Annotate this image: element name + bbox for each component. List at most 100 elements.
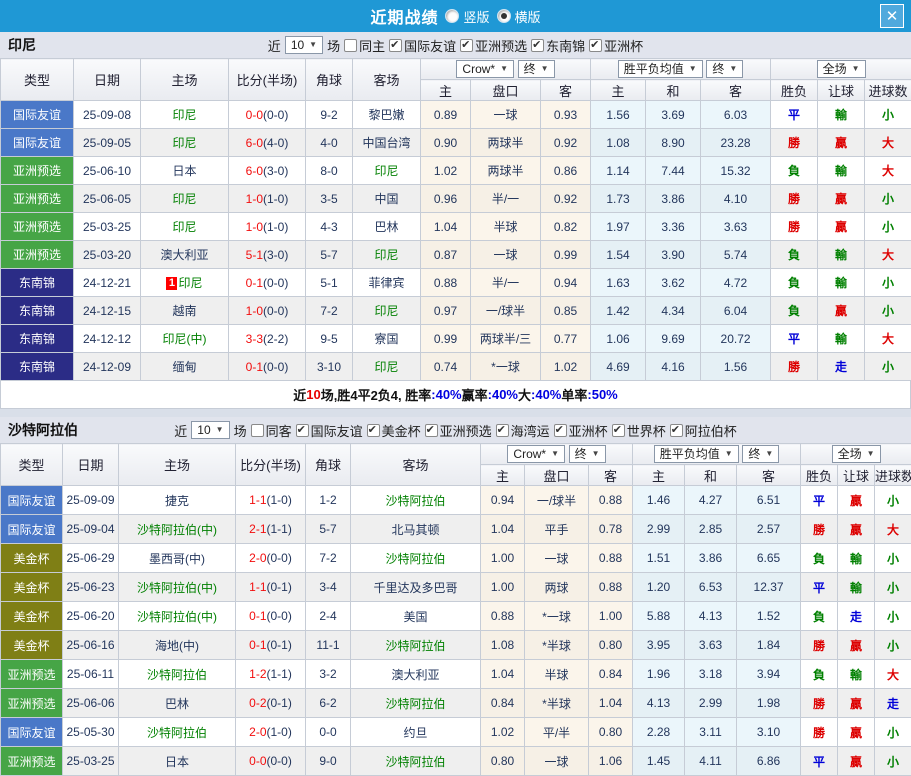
layout-vertical-radio[interactable]: 竖版 (445, 7, 489, 26)
match-date: 25-06-05 (74, 185, 141, 213)
home-team-name: 墨西哥(中) (149, 552, 205, 566)
league-badge: 国际友谊 (1, 718, 63, 747)
checkbox-checked-icon[interactable] (670, 424, 683, 437)
final-odds-select[interactable]: 终▼ (569, 445, 606, 463)
checkbox-icon[interactable] (251, 424, 264, 437)
league-filter-checkbox[interactable]: 亚洲杯 (554, 421, 608, 440)
league-filter-checkbox[interactable]: 东南锦 (531, 36, 585, 55)
fulltime-score: 6-0 (246, 164, 263, 178)
col-header: 客场 (351, 444, 481, 486)
handicap-result-cell: 輸 (818, 101, 865, 129)
fulltime-score: 0-1 (246, 276, 263, 290)
halftime-score: (4-0) (263, 136, 288, 150)
home-odds: 1.04 (481, 515, 525, 544)
bookmaker-select[interactable]: Crow*▼ (456, 60, 514, 78)
league-filter-checkbox[interactable]: 世界杯 (612, 421, 666, 440)
league-filter-checkbox[interactable]: 海湾运 (496, 421, 550, 440)
league-filter-checkbox[interactable]: 亚洲杯 (589, 36, 643, 55)
league-filter-checkbox[interactable]: 国际友谊 (389, 36, 456, 55)
result-cell: 負 (771, 297, 818, 325)
final-avg-select[interactable]: 终▼ (706, 60, 743, 78)
recent-results-modal: 近期战绩 竖版 横版 ✕ 印尼近10▼场同主国际友谊亚洲预选东南锦亚洲杯类型日期… (0, 0, 911, 776)
chevron-down-icon: ▼ (592, 447, 600, 461)
away-team: 北马其顿 (351, 515, 481, 544)
league-filter-checkbox[interactable]: 国际友谊 (296, 421, 363, 440)
chevron-down-icon: ▼ (852, 62, 860, 76)
league-filter-checkbox[interactable]: 亚洲预选 (460, 36, 527, 55)
home-team-name: 沙特阿拉伯 (147, 668, 207, 682)
corner-score: 3-10 (306, 353, 353, 381)
bookmaker-select[interactable]: Crow*▼ (507, 445, 565, 463)
filter-controls: 近10▼场同客国际友谊美金杯亚洲预选海湾运亚洲杯世界杯阿拉伯杯 (0, 421, 911, 440)
final-odds-select[interactable]: 终▼ (518, 60, 555, 78)
radio-selected-icon[interactable] (497, 9, 511, 23)
checkbox-checked-icon[interactable] (612, 424, 625, 437)
checkbox-checked-icon[interactable] (496, 424, 509, 437)
checkbox-checked-icon[interactable] (296, 424, 309, 437)
home-odds: 1.04 (421, 213, 471, 241)
sub-col-header: 和 (685, 465, 737, 486)
chevron-down-icon: ▼ (541, 62, 549, 76)
scope-select[interactable]: 全场▼ (832, 445, 881, 463)
home-team-name: 沙特阿拉伯(中) (137, 610, 217, 624)
avg-away: 1.98 (737, 689, 801, 718)
away-team-name: 印尼 (374, 164, 398, 178)
match-count-select[interactable]: 10▼ (285, 36, 323, 54)
match-row: 东南锦24-12-15越南1-0(0-0)7-2印尼0.97一/球半0.851.… (1, 297, 911, 325)
avg-select[interactable]: 胜平负均值▼ (654, 445, 739, 463)
match-score: 0-2(0-1) (236, 689, 306, 718)
radio-icon[interactable] (445, 9, 459, 23)
checkbox-checked-icon[interactable] (367, 424, 380, 437)
halftime-score: (0-0) (263, 108, 288, 122)
home-odds: 0.80 (481, 747, 525, 776)
checkbox-checked-icon[interactable] (425, 424, 438, 437)
scope-select[interactable]: 全场▼ (817, 60, 866, 78)
avg-select[interactable]: 胜平负均值▼ (618, 60, 703, 78)
avg-draw: 3.18 (685, 660, 737, 689)
checkbox-checked-icon[interactable] (554, 424, 567, 437)
result-cell: 勝 (801, 631, 838, 660)
corner-score: 5-7 (306, 241, 353, 269)
league-badge: 国际友谊 (1, 486, 63, 515)
same-venue-checkbox[interactable]: 同客 (251, 421, 292, 440)
league-filter-label: 美金杯 (382, 421, 421, 440)
close-button[interactable]: ✕ (880, 4, 904, 28)
match-row: 国际友谊25-09-04沙特阿拉伯(中)2-1(1-1)5-7北马其顿1.04平… (1, 515, 911, 544)
home-team-name: 巴林 (165, 697, 189, 711)
home-odds: 0.87 (421, 241, 471, 269)
layout-horizontal-radio[interactable]: 横版 (497, 7, 541, 26)
halftime-score: (0-0) (263, 276, 288, 290)
final-avg-select[interactable]: 终▼ (742, 445, 779, 463)
sub-col-header: 客 (589, 465, 633, 486)
league-badge: 亚洲预选 (1, 689, 63, 718)
league-filter-checkbox[interactable]: 美金杯 (367, 421, 421, 440)
league-filter-checkbox[interactable]: 阿拉伯杯 (670, 421, 737, 440)
checkbox-checked-icon[interactable] (460, 39, 473, 52)
match-count-select[interactable]: 10▼ (191, 421, 229, 439)
scope-select-value: 全场 (838, 447, 862, 461)
handicap-result-cell: 贏 (838, 515, 875, 544)
league-filter-checkbox[interactable]: 亚洲预选 (425, 421, 492, 440)
away-team: 巴林 (353, 213, 421, 241)
away-team: 千里达及多巴哥 (351, 573, 481, 602)
goals-result-cell: 大 (875, 515, 911, 544)
checkbox-checked-icon[interactable] (531, 39, 544, 52)
handicap: *半球 (525, 689, 589, 718)
same-venue-checkbox[interactable]: 同主 (344, 36, 385, 55)
handicap-result-cell: 輸 (818, 157, 865, 185)
league-badge: 亚洲预选 (1, 185, 74, 213)
avg-away: 1.84 (737, 631, 801, 660)
checkbox-checked-icon[interactable] (589, 39, 602, 52)
checkbox-checked-icon[interactable] (389, 39, 402, 52)
col-header: 类型 (1, 444, 63, 486)
halftime-score: (1-0) (263, 220, 288, 234)
away-team-name: 沙特阿拉伯 (385, 755, 445, 769)
checkbox-icon[interactable] (344, 39, 357, 52)
league-badge: 美金杯 (1, 602, 63, 631)
home-team-name: 沙特阿拉伯(中) (137, 523, 217, 537)
avg-draw: 2.99 (685, 689, 737, 718)
titlebar: 近期战绩 竖版 横版 ✕ (0, 0, 911, 32)
avg-home: 5.88 (633, 602, 685, 631)
away-odds: 0.94 (541, 269, 591, 297)
halftime-score: (1-1) (267, 667, 292, 681)
